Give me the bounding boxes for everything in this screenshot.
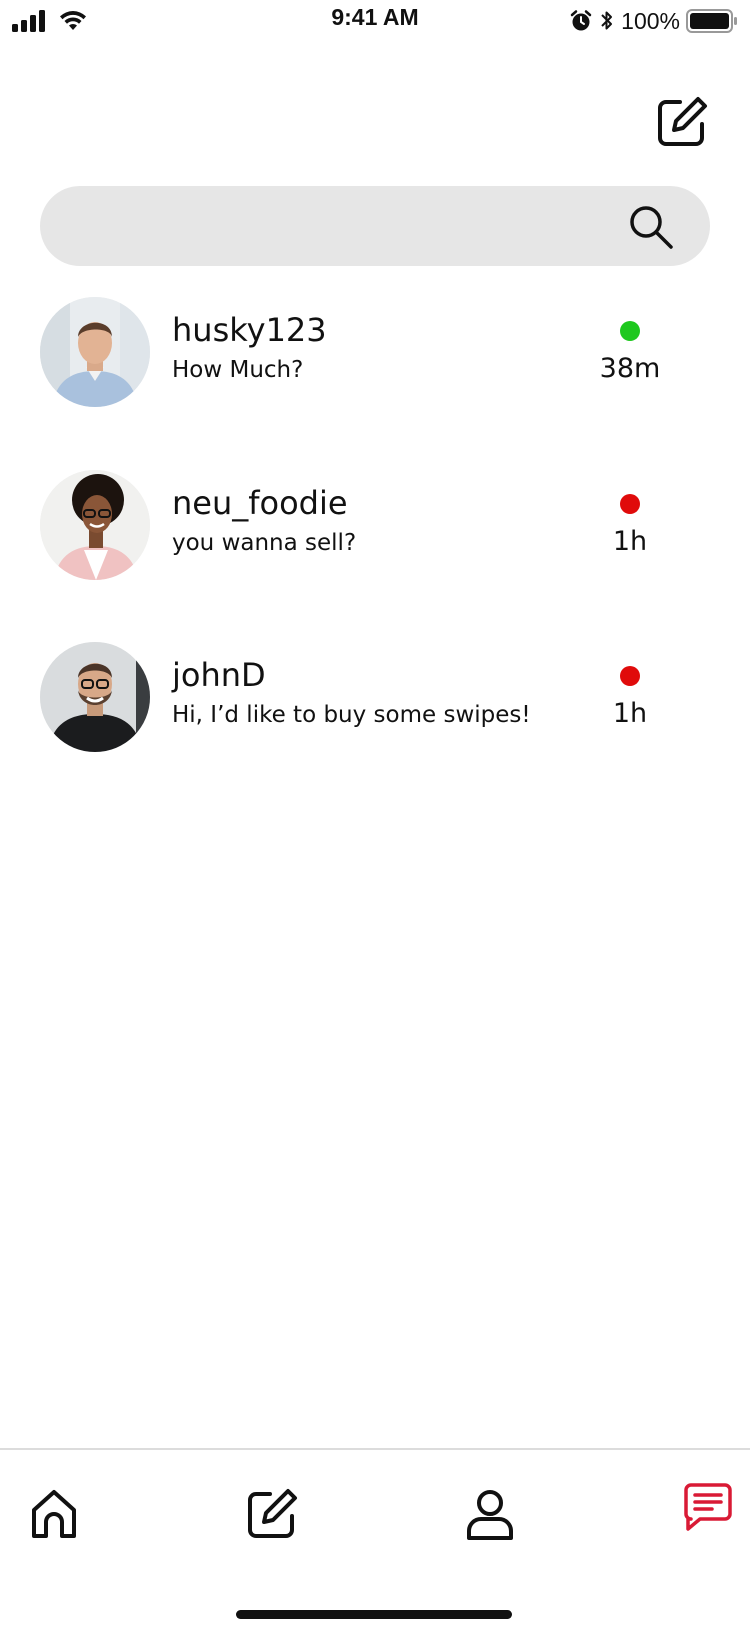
home-indicator: [236, 1610, 512, 1619]
conversation-username: johnD: [172, 656, 266, 694]
chat-icon[interactable]: [680, 1480, 736, 1536]
conversation-last-message: Hi, I’d like to buy some swipes!: [172, 702, 531, 728]
online-status-dot: [620, 321, 640, 341]
conversation-username: husky123: [172, 311, 327, 349]
user-icon[interactable]: [462, 1486, 518, 1542]
search-bar[interactable]: [40, 186, 710, 268]
compose-icon[interactable]: [656, 96, 708, 148]
bluetooth-icon: [601, 11, 613, 30]
conversation-item[interactable]: johnD Hi, I’d like to buy some swipes! 1…: [40, 642, 710, 754]
search-input[interactable]: [72, 186, 636, 268]
avatar: [40, 297, 150, 407]
compose-icon[interactable]: [244, 1486, 300, 1542]
status-bar: 9:41 AM 100%: [0, 0, 750, 44]
alarm-icon: [570, 10, 592, 31]
status-right-group: 100%: [569, 6, 738, 36]
conversation-username: neu_foodie: [172, 484, 348, 522]
online-status-dot: [620, 494, 640, 514]
conversation-last-message: How Much?: [172, 357, 304, 383]
avatar: [40, 642, 150, 752]
battery-percent: 100%: [621, 7, 680, 34]
conversation-time: 1h: [612, 698, 648, 729]
conversation-item[interactable]: neu_foodie you wanna sell? 1h: [40, 470, 710, 582]
conversation-time: 38m: [599, 353, 661, 384]
conversation-time: 1h: [612, 526, 648, 557]
avatar: [40, 470, 150, 580]
battery-icon: [686, 9, 737, 33]
online-status-dot: [620, 666, 640, 686]
conversation-item[interactable]: husky123 How Much? 38m: [40, 297, 710, 409]
home-icon[interactable]: [26, 1486, 82, 1542]
conversation-last-message: you wanna sell?: [172, 530, 357, 556]
search-icon[interactable]: [626, 202, 676, 252]
